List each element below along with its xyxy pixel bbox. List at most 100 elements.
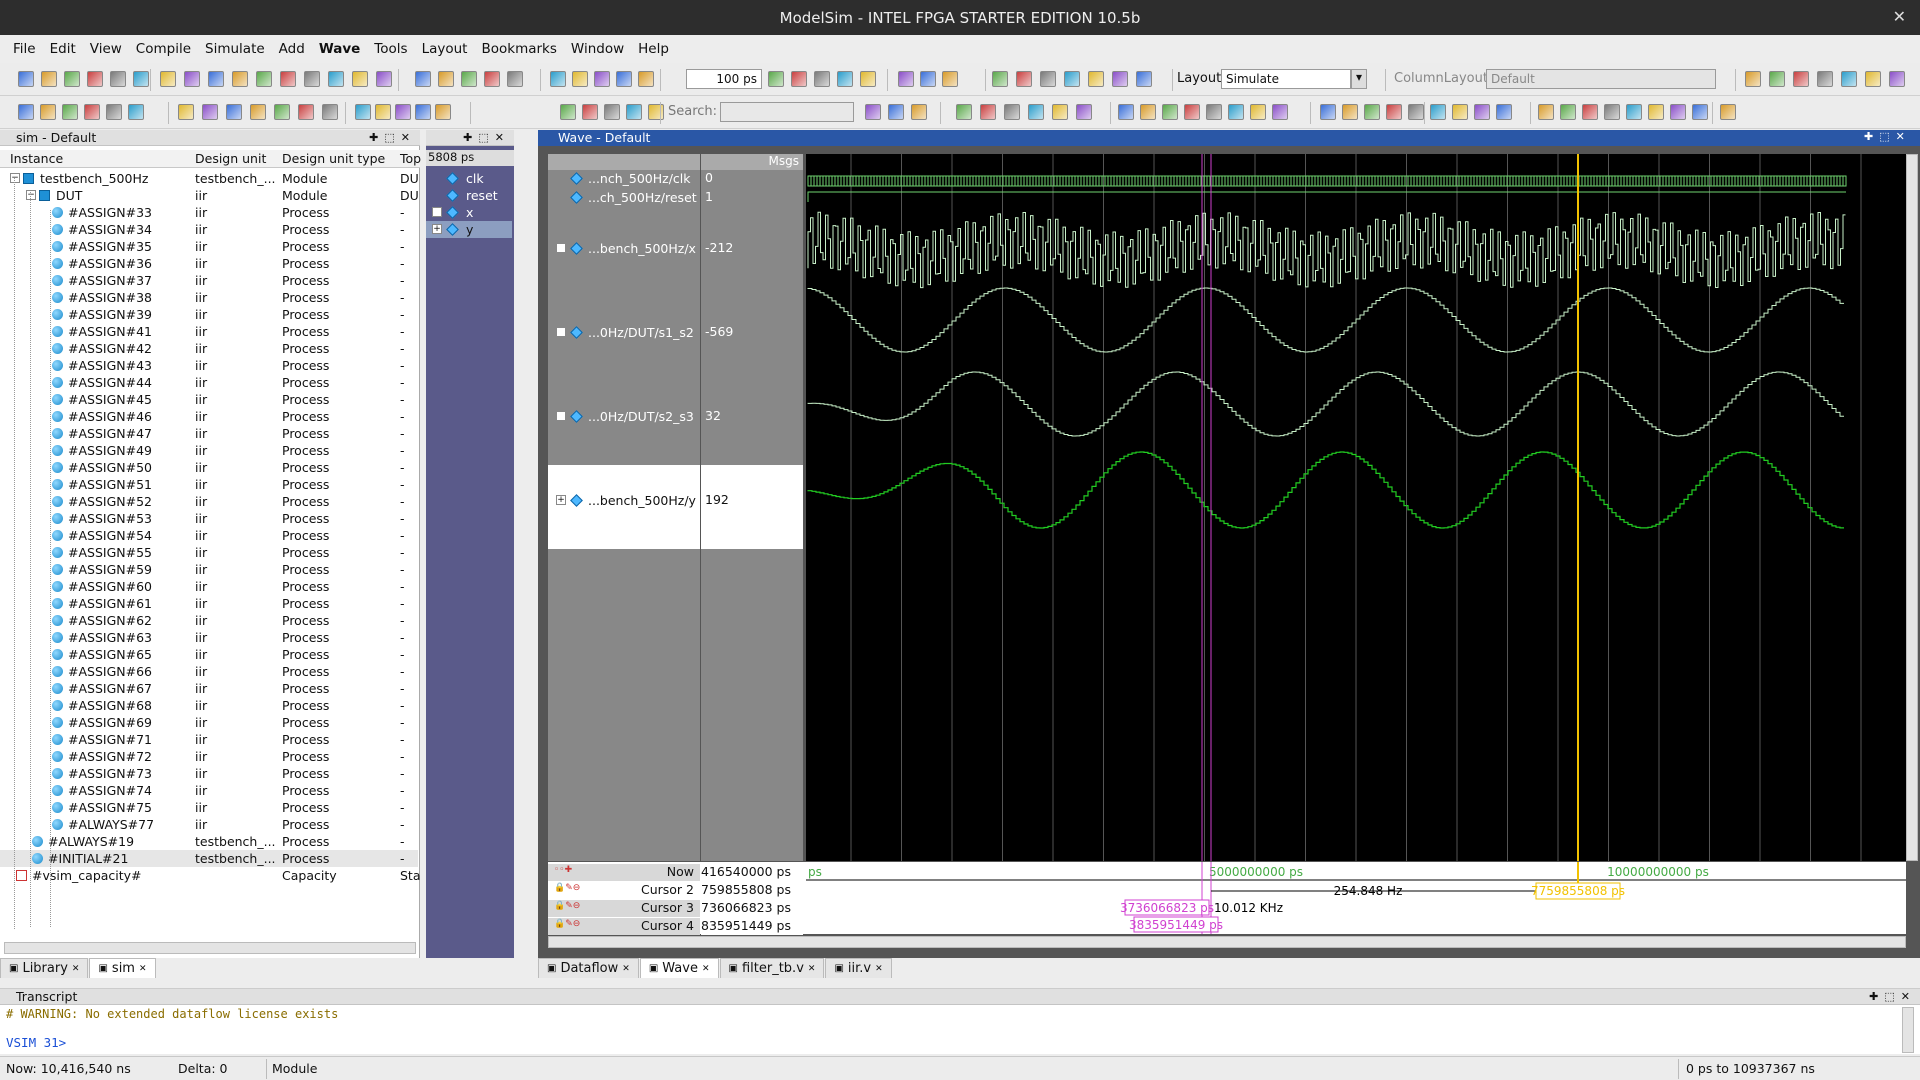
edge-icon[interactable] — [1452, 104, 1468, 120]
menu-simulate[interactable]: Simulate — [198, 41, 272, 57]
col-design-unit-type[interactable]: Design unit type — [282, 151, 385, 166]
find-icon[interactable] — [1648, 104, 1664, 120]
menu-layout[interactable]: Layout — [415, 41, 475, 57]
save-icon[interactable] — [64, 71, 80, 87]
paste-icon[interactable] — [572, 71, 588, 87]
wave-icon[interactable] — [1889, 71, 1905, 87]
marker-icon[interactable] — [250, 104, 266, 120]
add-wave-icon[interactable] — [128, 104, 144, 120]
cut-icon[interactable] — [507, 71, 523, 87]
sim-tree-row[interactable]: #ASSIGN#47 iir Process - — [0, 425, 418, 442]
tab-iir-v[interactable]: ▣ iir.v ✕ — [825, 958, 892, 978]
step-over-icon[interactable] — [980, 104, 996, 120]
menu-window[interactable]: Window — [564, 41, 631, 57]
edge-icon[interactable] — [956, 104, 972, 120]
sim-horizontal-scrollbar[interactable] — [4, 942, 416, 954]
sim-tree-row[interactable]: #ASSIGN#37 iir Process - — [0, 272, 418, 289]
expand-icon[interactable]: + — [556, 327, 566, 337]
zoom-in-icon[interactable] — [648, 104, 664, 120]
undo-icon[interactable] — [184, 71, 200, 87]
break-icon[interactable] — [1817, 71, 1833, 87]
select-icon[interactable] — [40, 104, 56, 120]
restart-icon[interactable] — [860, 71, 876, 87]
step-over-icon[interactable] — [202, 104, 218, 120]
menu-compile[interactable]: Compile — [129, 41, 198, 57]
break-icon[interactable] — [814, 71, 830, 87]
cursor-icon[interactable] — [18, 104, 34, 120]
restart-icon[interactable] — [1865, 71, 1881, 87]
collapse-icon[interactable]: − — [26, 190, 36, 200]
sim-tree-row[interactable]: #ASSIGN#62 iir Process - — [0, 612, 418, 629]
copy-icon[interactable] — [133, 71, 149, 87]
wave-signal-row[interactable]: + ...bench_500Hz/y — [548, 492, 700, 509]
sim-tree-row[interactable]: #ASSIGN#69 iir Process - — [0, 714, 418, 731]
edge-icon[interactable] — [178, 104, 194, 120]
wave-icon[interactable] — [898, 71, 914, 87]
compile-icon[interactable] — [616, 71, 632, 87]
tab-library[interactable]: ▣ Library ✕ — [0, 958, 89, 978]
col-instance[interactable]: Instance — [10, 151, 63, 166]
wave-signal-row[interactable]: + ...bench_500Hz/x — [548, 240, 700, 257]
save-icon[interactable] — [461, 71, 477, 87]
wave-signal-row[interactable]: ...nch_500Hz/clk — [548, 170, 700, 187]
sim-tree-row[interactable]: #ASSIGN#36 iir Process - — [0, 255, 418, 272]
zoom-in-icon[interactable] — [62, 104, 78, 120]
undo-icon[interactable] — [1112, 71, 1128, 87]
paste-icon[interactable] — [1088, 71, 1104, 87]
marker-icon[interactable] — [582, 104, 598, 120]
menu-wave[interactable]: Wave — [312, 41, 367, 57]
sim-tree-row[interactable]: #ASSIGN#43 iir Process - — [0, 357, 418, 374]
cursor-icon[interactable] — [604, 104, 620, 120]
find-icon[interactable] — [1162, 104, 1178, 120]
cursor-lock-icon[interactable]: 🔒✎⊖ — [554, 919, 580, 929]
runtime-input[interactable]: 100 ps — [686, 69, 762, 89]
zoom-in-icon[interactable] — [322, 104, 338, 120]
new-icon[interactable] — [415, 71, 431, 87]
add-wave-icon[interactable] — [911, 104, 927, 120]
now-icons[interactable]: ◦◦✚ — [554, 865, 572, 875]
sim-tree-row[interactable]: #ASSIGN#42 iir Process - — [0, 340, 418, 357]
close-window-icon[interactable]: ✕ — [1893, 7, 1906, 26]
compile-icon[interactable] — [208, 71, 224, 87]
sim-tree-row[interactable]: − testbench_500Hz testbench_... Module DU — [0, 170, 419, 187]
wave-signal-row[interactable]: ...ch_500Hz/reset — [548, 189, 700, 206]
expand-icon[interactable]: + — [556, 411, 566, 421]
copy-icon[interactable] — [550, 71, 566, 87]
add-wave-icon[interactable] — [1184, 104, 1200, 120]
run-icon[interactable] — [256, 71, 272, 87]
expand-icon[interactable]: + — [556, 243, 566, 253]
print-icon[interactable] — [484, 71, 500, 87]
dataflow-icon[interactable] — [1004, 104, 1020, 120]
sim-tree-row[interactable]: #ASSIGN#35 iir Process - — [0, 238, 418, 255]
sim-tree-row[interactable]: #ASSIGN#53 iir Process - — [0, 510, 418, 527]
dataflow-icon[interactable] — [1496, 104, 1512, 120]
menu-file[interactable]: File — [6, 41, 43, 57]
print-icon[interactable] — [1016, 71, 1032, 87]
expand-icon[interactable]: + — [432, 224, 442, 234]
tab-dataflow[interactable]: ▣ Dataflow ✕ — [538, 958, 639, 978]
dataflow-icon[interactable] — [560, 104, 576, 120]
zoom-icon[interactable] — [328, 71, 344, 87]
col-design-unit[interactable]: Design unit — [195, 151, 266, 166]
cursor-lock-icon[interactable]: 🔒✎⊖ — [554, 883, 580, 893]
dataflow-icon[interactable] — [226, 104, 242, 120]
panel-controls[interactable]: ✚⬚✕ — [463, 130, 510, 146]
add-wave-icon[interactable] — [395, 104, 411, 120]
sim-tree-row[interactable]: #ASSIGN#75 iir Process - — [0, 799, 418, 816]
simulate-icon[interactable] — [638, 71, 654, 87]
menu-view[interactable]: View — [83, 41, 129, 57]
sim-tree-row[interactable]: #ASSIGN#51 iir Process - — [0, 476, 418, 493]
sim-tree-row[interactable]: #ASSIGN#52 iir Process - — [0, 493, 418, 510]
step-icon[interactable] — [791, 71, 807, 87]
zoom-out-icon[interactable] — [1140, 104, 1156, 120]
cut-icon[interactable] — [1040, 71, 1056, 87]
cut-icon[interactable] — [110, 71, 126, 87]
sim-tree-row[interactable]: #ASSIGN#44 iir Process - — [0, 374, 418, 391]
run-icon[interactable] — [1769, 71, 1785, 87]
sim-tree-row[interactable]: #ASSIGN#72 iir Process - — [0, 748, 418, 765]
select-icon[interactable] — [1076, 104, 1092, 120]
find-icon[interactable] — [106, 104, 122, 120]
zoom-in-icon[interactable] — [1364, 104, 1380, 120]
sim-tree-row[interactable]: #ASSIGN#73 iir Process - — [0, 765, 418, 782]
paste-icon[interactable] — [160, 71, 176, 87]
